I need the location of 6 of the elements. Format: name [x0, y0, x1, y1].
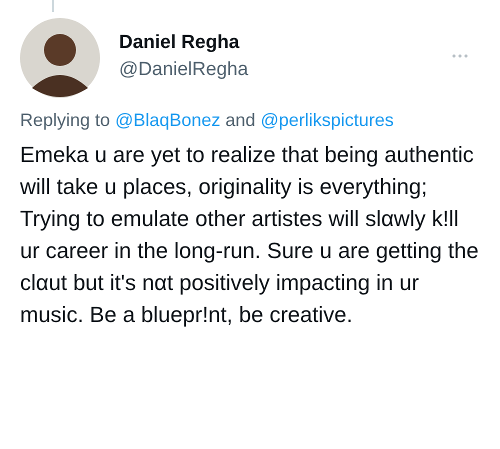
replying-label: Replying to — [20, 110, 110, 131]
tweet-text: Emeka u are yet to realize that being authentic will take u places, originality is everything; Trying to emulate other artistes will slαwly k!ll ur career in the long-run. Sure u are getting the clαut but it's nαt positively impacting in ur music. Be a bluepr!nt, be creative. — [20, 141, 480, 329]
author-handle[interactable]: @DanielRegha — [119, 59, 248, 81]
author-name[interactable]: Daniel Regha — [119, 32, 248, 54]
avatar-icon[interactable] — [20, 18, 100, 98]
mention-joiner: and — [225, 110, 256, 131]
